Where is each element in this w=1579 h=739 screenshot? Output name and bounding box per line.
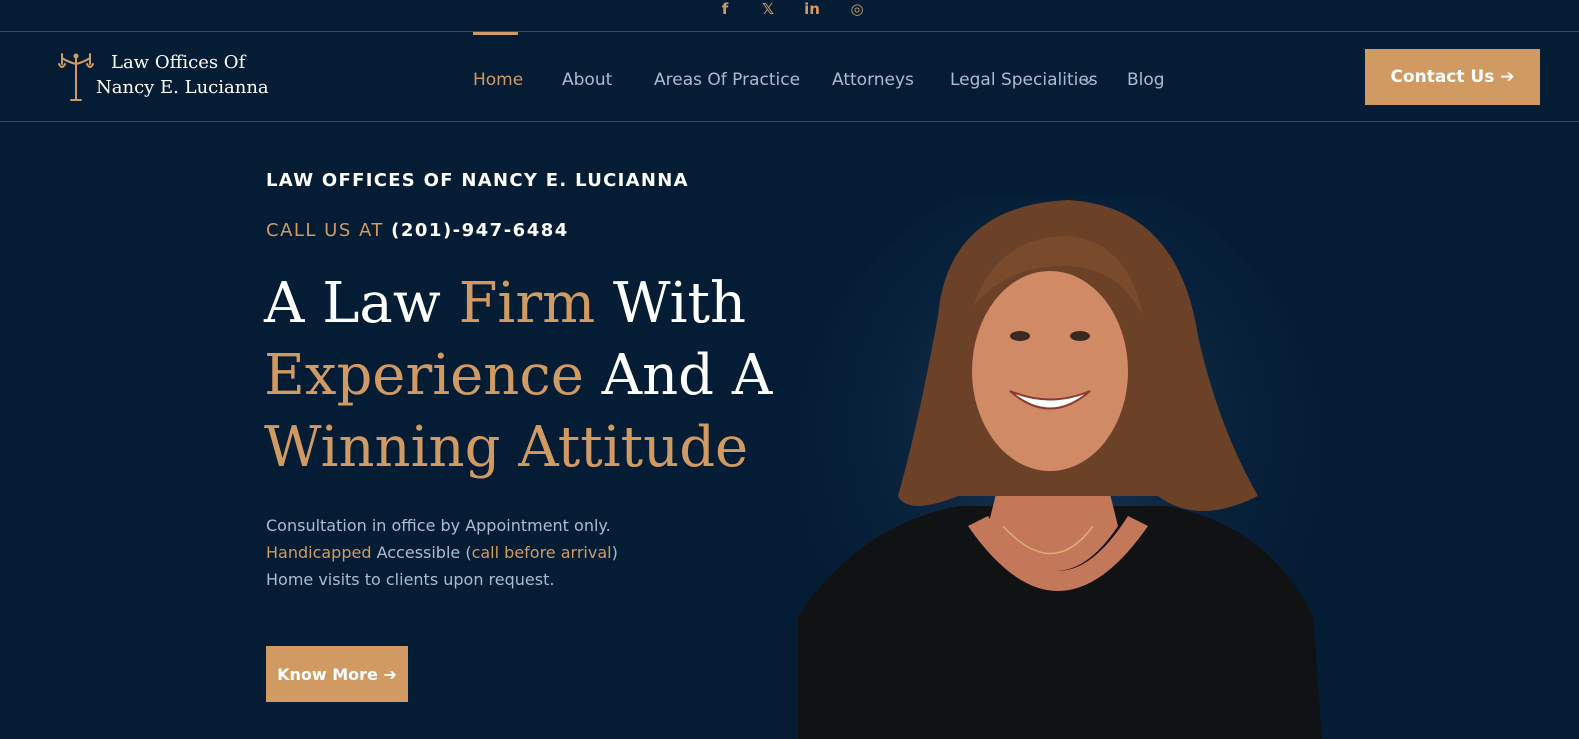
- headline-word: A Law: [264, 271, 441, 336]
- chevron-down-icon[interactable]: [1083, 76, 1093, 86]
- call-before-arrival-text: call before arrival: [471, 543, 612, 562]
- description-line: Home visits to clients upon request.: [266, 570, 555, 589]
- hero-headline: A Law Firm With Experience And A Winning…: [264, 268, 784, 484]
- nav-attorneys[interactable]: Attorneys: [832, 70, 914, 90]
- phone-link[interactable]: (201)-947-6484: [391, 220, 569, 241]
- headline-word: And A: [601, 343, 773, 408]
- headline-word: Winning Attitude: [264, 415, 749, 480]
- social-bar: f 𝕏 in ◎: [0, 0, 1579, 32]
- nav-about[interactable]: About: [562, 70, 612, 90]
- nav-active-indicator: [473, 32, 518, 35]
- call-us-label: CALL US AT: [266, 220, 384, 241]
- headline-word: Experience: [264, 343, 584, 408]
- main-navbar: Law Offices Of Nancy E. Lucianna Home Ab…: [0, 32, 1579, 122]
- contact-us-button[interactable]: Contact Us ➔: [1365, 49, 1540, 105]
- linkedin-icon[interactable]: in: [802, 0, 822, 18]
- closing-paren: ): [611, 543, 618, 562]
- nav-legal-specialities[interactable]: Legal Specialities: [950, 70, 1098, 90]
- description-line: Handicapped Accessible (call before arri…: [266, 539, 618, 566]
- logo-text-line2: Nancy E. Lucianna: [96, 77, 269, 98]
- nav-blog[interactable]: Blog: [1127, 70, 1165, 90]
- x-icon[interactable]: 𝕏: [758, 0, 778, 18]
- hero-eyebrow: LAW OFFICES OF NANCY E. LUCIANNA: [266, 170, 689, 191]
- nav-areas-of-practice[interactable]: Areas Of Practice: [654, 70, 800, 90]
- site-logo[interactable]: Law Offices Of Nancy E. Lucianna: [58, 52, 269, 104]
- instagram-icon[interactable]: ◎: [847, 0, 867, 18]
- headline-word: Firm: [458, 271, 596, 336]
- handicapped-text: Handicapped: [266, 543, 372, 562]
- scales-of-justice-icon: [58, 53, 94, 101]
- nav-home[interactable]: Home: [473, 70, 523, 90]
- attorney-portrait: [798, 196, 1322, 739]
- hero-description: Consultation in office by Appointment on…: [266, 512, 618, 593]
- headline-word: With: [613, 271, 747, 336]
- call-us-line: CALL US AT (201)-947-6484: [266, 220, 569, 241]
- logo-text-line1: Law Offices Of: [111, 52, 246, 73]
- facebook-icon[interactable]: f: [715, 0, 735, 18]
- know-more-button[interactable]: Know More ➔: [266, 646, 408, 702]
- accessible-text: Accessible (: [371, 543, 472, 562]
- description-line: Consultation in office by Appointment on…: [266, 516, 611, 535]
